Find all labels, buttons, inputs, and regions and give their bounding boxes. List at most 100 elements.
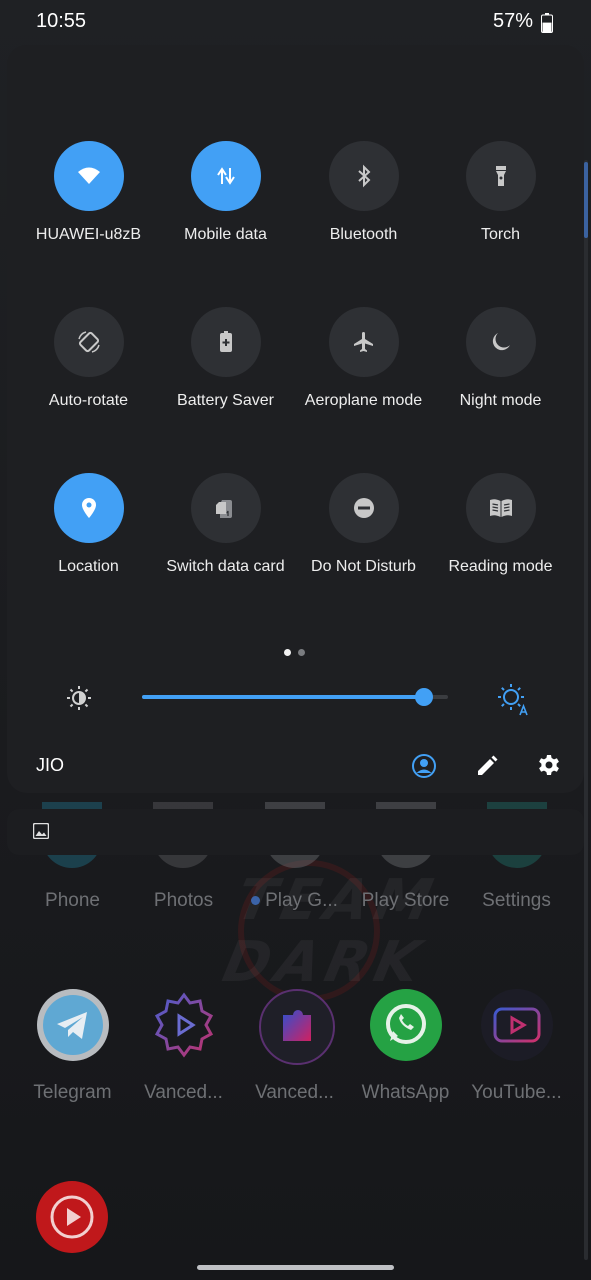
status-bar: 10:55 57%	[0, 0, 591, 46]
app-play-games[interactable]: Play G...	[239, 889, 350, 913]
battery-saver-icon	[219, 331, 232, 352]
tile-label: Aeroplane mode	[304, 392, 423, 409]
sim-card-icon	[215, 500, 232, 518]
app-phone[interactable]: Phone	[17, 889, 128, 913]
app-label: Play Store	[361, 890, 450, 911]
user-account-icon[interactable]	[411, 753, 437, 779]
tile-label: Night mode	[459, 392, 542, 409]
carrier-name: JIO	[36, 755, 65, 775]
page-dot-active[interactable]	[284, 649, 291, 656]
app-label: Vanced...	[255, 1082, 334, 1103]
tile-label: Mobile data	[184, 226, 267, 243]
tile-torch[interactable]: Torch	[432, 141, 569, 245]
torch-icon	[495, 166, 506, 186]
page-dot[interactable]	[298, 649, 305, 656]
tile-label: HUAWEI-u8zB	[35, 226, 142, 243]
app-whatsapp[interactable]: WhatsApp	[350, 1082, 461, 1104]
tile-mobile-data-toggle[interactable]	[190, 141, 261, 211]
tile-switch-data-card-toggle[interactable]	[190, 473, 261, 543]
app-label: Photos	[153, 890, 214, 911]
vanced-microg-app-icon[interactable]	[259, 989, 335, 1065]
tile-location[interactable]: Location	[20, 473, 157, 577]
tile-label: Reading mode	[448, 558, 553, 575]
brightness-slider-thumb[interactable]	[414, 688, 433, 706]
tile-battery-saver-toggle[interactable]	[190, 307, 261, 377]
music-play-icon	[50, 1195, 94, 1239]
tile-night-mode[interactable]: Night mode	[432, 307, 569, 411]
app-photos[interactable]: Photos	[128, 889, 239, 913]
bluetooth-icon	[357, 164, 370, 188]
app-vanced-manager[interactable]: Vanced...	[128, 1082, 239, 1104]
app-label: Settings	[482, 890, 551, 911]
telegram-icon	[43, 995, 103, 1055]
app-label: Vanced...	[144, 1082, 223, 1103]
tile-night-mode-toggle[interactable]	[465, 307, 536, 377]
image-icon	[33, 823, 49, 839]
tile-bluetooth-toggle[interactable]	[328, 141, 399, 211]
battery-percent: 57%	[492, 10, 533, 32]
tile-label: Bluetooth	[329, 226, 398, 243]
mobile-data-icon	[216, 167, 235, 185]
tile-wifi[interactable]: HUAWEI-u8zB	[20, 141, 157, 245]
tile-aeroplane-mode[interactable]: Aeroplane mode	[295, 307, 432, 411]
whatsapp-app-icon[interactable]	[370, 989, 442, 1061]
settings-gear-icon[interactable]	[536, 753, 562, 779]
youtube-music-app-icon[interactable]	[36, 1181, 108, 1253]
brightness-slider-fill	[142, 695, 424, 699]
tile-torch-toggle[interactable]	[465, 141, 536, 211]
app-settings[interactable]: Settings	[461, 889, 572, 913]
app-vanced-microg[interactable]: Vanced...	[239, 1082, 350, 1104]
tile-wifi-toggle[interactable]	[53, 141, 124, 211]
youtube-vanced-app-icon[interactable]	[481, 989, 553, 1061]
auto-rotate-icon	[77, 331, 100, 353]
app-label: Phone	[45, 890, 100, 911]
tile-mobile-data[interactable]: Mobile data	[157, 141, 294, 245]
airplane-icon	[353, 332, 373, 352]
gear-play-icon	[154, 992, 214, 1058]
whatsapp-icon	[386, 1004, 426, 1044]
app-label: YouTube...	[471, 1082, 562, 1103]
telegram-app-icon[interactable]	[37, 989, 109, 1061]
tile-label: Do Not Disturb	[311, 558, 416, 575]
tile-auto-rotate[interactable]: Auto-rotate	[20, 307, 157, 411]
quick-settings-panel: HUAWEI-u8zB Mobile data Bluetooth Torch	[7, 45, 584, 793]
book-icon	[489, 499, 512, 517]
play-button-icon	[493, 1007, 541, 1043]
moon-icon	[492, 333, 510, 351]
scrollbar-track	[584, 160, 588, 1260]
do-not-disturb-icon	[353, 498, 374, 518]
tile-label: Battery Saver	[177, 392, 274, 409]
scrollbar-thumb[interactable]	[584, 162, 588, 238]
vanced-manager-app-icon[interactable]	[148, 989, 220, 1061]
tile-switch-data-card[interactable]: Switch data card	[157, 473, 294, 577]
tile-reading-mode-toggle[interactable]	[465, 473, 536, 543]
app-label: Play G...	[265, 890, 338, 911]
tile-label: Torch	[480, 226, 521, 243]
edit-pencil-icon[interactable]	[474, 753, 500, 779]
app-youtube[interactable]: YouTube...	[461, 1082, 572, 1104]
tile-do-not-disturb-toggle[interactable]	[328, 473, 399, 543]
brightness-low-icon	[67, 686, 91, 710]
tile-aeroplane-mode-toggle[interactable]	[328, 307, 399, 377]
page-indicator	[284, 643, 312, 661]
tile-label: Location	[58, 558, 119, 575]
tile-location-toggle[interactable]	[53, 473, 124, 543]
app-telegram[interactable]: Telegram	[17, 1082, 128, 1104]
tile-do-not-disturb[interactable]: Do Not Disturb	[295, 473, 432, 577]
app-label: Telegram	[33, 1082, 112, 1103]
new-app-dot	[251, 896, 261, 906]
battery-icon	[541, 13, 553, 33]
tile-reading-mode[interactable]: Reading mode	[432, 473, 569, 577]
notification-item[interactable]	[7, 809, 584, 855]
tile-bluetooth[interactable]: Bluetooth	[295, 141, 432, 245]
gesture-navigation-bar[interactable]	[197, 1265, 394, 1270]
tile-auto-rotate-toggle[interactable]	[53, 307, 124, 377]
tile-label: Auto-rotate	[48, 392, 129, 409]
location-pin-icon	[81, 498, 96, 518]
tile-label: Switch data card	[166, 558, 285, 575]
clock: 10:55	[36, 10, 87, 32]
tile-battery-saver[interactable]: Battery Saver	[157, 307, 294, 411]
brightness-slider[interactable]	[142, 688, 448, 706]
auto-brightness-icon[interactable]	[496, 682, 530, 716]
app-play-store[interactable]: Play Store	[350, 889, 461, 913]
